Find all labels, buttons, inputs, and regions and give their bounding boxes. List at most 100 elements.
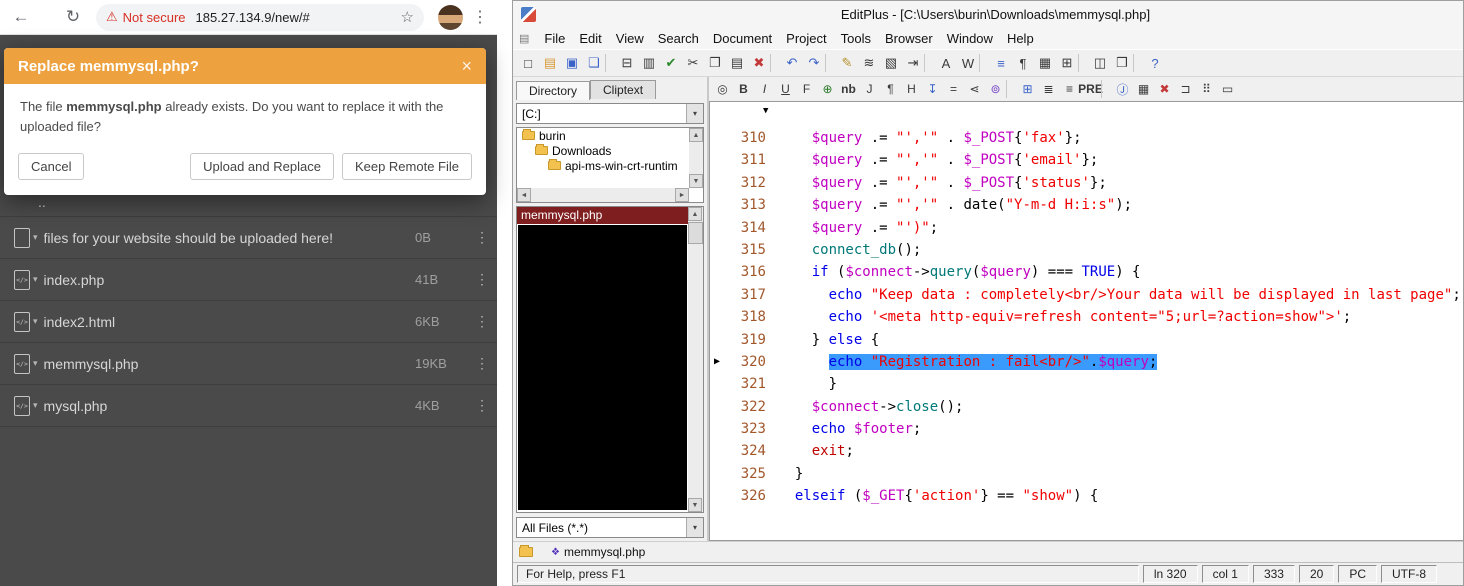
word-wrap-icon[interactable]: W bbox=[957, 52, 979, 74]
underline-icon[interactable]: U bbox=[775, 79, 796, 99]
scroll-right-icon[interactable]: ► bbox=[675, 188, 689, 202]
dropdown-caret-icon[interactable]: ▾ bbox=[33, 274, 38, 285]
menu-help[interactable]: Help bbox=[1000, 29, 1041, 48]
delete-icon[interactable]: ✖ bbox=[748, 52, 770, 74]
hr-icon[interactable]: = bbox=[943, 79, 964, 99]
column-select-icon[interactable]: ▦ bbox=[1034, 52, 1056, 74]
folder-icon[interactable] bbox=[519, 547, 533, 557]
reload-icon[interactable]: ↻ bbox=[60, 7, 86, 27]
menu-view[interactable]: View bbox=[609, 29, 651, 48]
selected-file-item[interactable]: memmysql.php bbox=[517, 207, 688, 224]
tree-vertical-scrollbar[interactable]: ▲ ▼ bbox=[689, 128, 703, 188]
hex-view-icon[interactable]: ⊞ bbox=[1056, 52, 1078, 74]
copy-icon[interactable]: ❐ bbox=[704, 52, 726, 74]
file-row[interactable]: ▾files for your website should be upload… bbox=[0, 217, 497, 259]
editor-area[interactable]: ▼----+----1----+----2----+----3----+----… bbox=[709, 101, 1463, 541]
dropdown-arrow-icon[interactable]: ▾ bbox=[686, 518, 703, 537]
code-text[interactable]: $query .= "','" . date("Y-m-d H:i:s"); bbox=[766, 194, 1132, 216]
dropdown-caret-icon[interactable]: ▾ bbox=[33, 400, 38, 411]
tree-item-downloads[interactable]: Downloads bbox=[517, 143, 703, 158]
code-text[interactable]: } bbox=[766, 373, 837, 395]
code-text[interactable]: } bbox=[766, 463, 803, 485]
tab-directory[interactable]: Directory bbox=[516, 81, 590, 100]
save-all-icon[interactable]: ❏ bbox=[583, 52, 605, 74]
url-text[interactable]: 185.27.134.9/new/# bbox=[196, 10, 395, 25]
pre-icon[interactable]: PRE bbox=[1080, 79, 1101, 99]
row-menu-icon[interactable]: ⋮ bbox=[467, 313, 497, 330]
spell-check-icon[interactable]: ✔ bbox=[660, 52, 682, 74]
dropdown-arrow-icon[interactable]: ▾ bbox=[686, 104, 703, 123]
menu-window[interactable]: Window bbox=[940, 29, 1000, 48]
open-file-icon[interactable]: ▤ bbox=[539, 52, 561, 74]
close-icon[interactable]: × bbox=[461, 56, 472, 77]
line-numbers-icon[interactable]: ≡ bbox=[990, 52, 1012, 74]
code-text[interactable]: echo "Keep data : completely<br/>Your da… bbox=[766, 284, 1461, 306]
file-row[interactable]: </>▾mysql.php4KB⋮ bbox=[0, 385, 497, 427]
code-text[interactable]: $query .= "')"; bbox=[766, 217, 938, 239]
tree-item-api-ms-win-crt-runtim[interactable]: api-ms-win-crt-runtim bbox=[517, 158, 703, 173]
tree-item-burin[interactable]: burin bbox=[517, 128, 703, 143]
comment-tag-icon[interactable]: ⋖ bbox=[964, 79, 985, 99]
files-vertical-scrollbar[interactable]: ▲ ▼ bbox=[688, 207, 703, 512]
redo-icon[interactable]: ↷ bbox=[803, 52, 825, 74]
replace-icon[interactable]: ≋ bbox=[858, 52, 880, 74]
code-text[interactable]: echo "Registration : fail<br/>".$query; bbox=[766, 351, 1157, 373]
row-menu-icon[interactable]: ⋮ bbox=[467, 397, 497, 414]
new-file-icon[interactable]: □ bbox=[517, 52, 539, 74]
scroll-up-icon[interactable]: ▲ bbox=[688, 207, 702, 221]
grid-icon[interactable]: ⠿ bbox=[1196, 79, 1217, 99]
code-text[interactable]: $query .= "','" . $_POST{'email'}; bbox=[766, 149, 1098, 171]
code-text[interactable]: connect_db(); bbox=[766, 239, 921, 261]
scroll-down-icon[interactable]: ▼ bbox=[689, 174, 703, 188]
dropdown-caret-icon[interactable]: ▾ bbox=[33, 316, 38, 327]
file-row[interactable]: </>▾index.php41B⋮ bbox=[0, 259, 497, 301]
heading-icon[interactable]: H bbox=[901, 79, 922, 99]
code-text[interactable]: $query .= "','" . $_POST{'status'}; bbox=[766, 172, 1107, 194]
menu-tools[interactable]: Tools bbox=[834, 29, 878, 48]
code-text[interactable]: exit; bbox=[766, 440, 854, 462]
ordered-list-icon[interactable]: ≣ bbox=[1038, 79, 1059, 99]
menu-document[interactable]: Document bbox=[706, 29, 779, 48]
file-filter-selector[interactable]: All Files (*.*) ▾ bbox=[516, 517, 704, 538]
browser-window-icon[interactable]: ❒ bbox=[1111, 52, 1133, 74]
print-icon[interactable]: ⊟ bbox=[616, 52, 638, 74]
security-label[interactable]: Not secure bbox=[123, 10, 186, 25]
row-menu-icon[interactable]: ⋮ bbox=[467, 355, 497, 372]
frame-icon[interactable]: ▭ bbox=[1217, 79, 1238, 99]
object-icon[interactable]: ▦ bbox=[1133, 79, 1154, 99]
menu-project[interactable]: Project bbox=[779, 29, 833, 48]
address-bar[interactable]: ⚠ Not secure 185.27.134.9/new/# ☆ bbox=[96, 4, 424, 31]
code-text[interactable]: $connect->close(); bbox=[766, 396, 963, 418]
image-icon[interactable]: ⊚ bbox=[985, 79, 1006, 99]
font-icon[interactable]: A bbox=[935, 52, 957, 74]
font-tag-icon[interactable]: F bbox=[796, 79, 817, 99]
paste-icon[interactable]: ▤ bbox=[726, 52, 748, 74]
menu-search[interactable]: Search bbox=[651, 29, 706, 48]
table-icon[interactable]: ⊞ bbox=[1017, 79, 1038, 99]
code-text[interactable]: echo $footer; bbox=[766, 418, 921, 440]
italic-icon[interactable]: I bbox=[754, 79, 775, 99]
drive-selector[interactable]: [C:] ▾ bbox=[516, 103, 704, 124]
line-break-icon[interactable]: J bbox=[859, 79, 880, 99]
globe-icon[interactable]: ⊕ bbox=[817, 79, 838, 99]
file-row[interactable]: </>▾memmysql.php19KB⋮ bbox=[0, 343, 497, 385]
help-icon[interactable]: ? bbox=[1144, 52, 1166, 74]
scroll-left-icon[interactable]: ◄ bbox=[517, 188, 531, 202]
browser-menu-icon[interactable]: ⋮ bbox=[471, 7, 489, 27]
tab-cliptext[interactable]: Cliptext bbox=[590, 80, 656, 99]
scroll-up-icon[interactable]: ▲ bbox=[689, 128, 703, 142]
dropdown-caret-icon[interactable]: ▾ bbox=[33, 232, 38, 243]
cut-icon[interactable]: ✂ bbox=[682, 52, 704, 74]
delete-tag-icon[interactable]: ✖ bbox=[1154, 79, 1175, 99]
code-text[interactable]: } else { bbox=[766, 329, 879, 351]
code-text[interactable]: if ($connect->query($query) === TRUE) { bbox=[766, 261, 1141, 283]
code-text[interactable]: elseif ($_GET{'action'} == "show") { bbox=[766, 485, 1098, 507]
find-icon[interactable]: ✎ bbox=[836, 52, 858, 74]
menu-edit[interactable]: Edit bbox=[572, 29, 608, 48]
row-menu-icon[interactable]: ⋮ bbox=[467, 229, 497, 246]
paragraph-marks-icon[interactable]: ¶ bbox=[1012, 52, 1034, 74]
view-in-browser-icon[interactable]: ◎ bbox=[712, 79, 733, 99]
print-preview-icon[interactable]: ▥ bbox=[638, 52, 660, 74]
file-row[interactable]: </>▾index2.html6KB⋮ bbox=[0, 301, 497, 343]
code-text[interactable]: echo '<meta http-equiv=refresh content="… bbox=[766, 306, 1351, 328]
